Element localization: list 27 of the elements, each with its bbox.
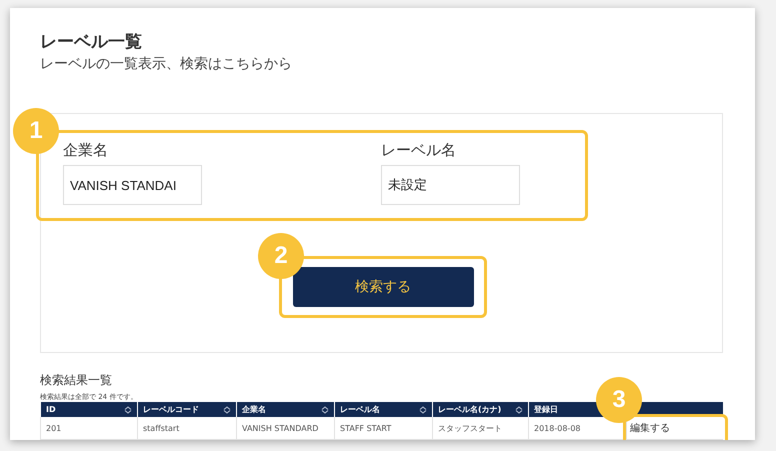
sort-icon[interactable] [515,406,523,414]
sort-icon[interactable] [419,406,427,414]
page-subtitle: レーベルの一覧表示、検索はこちらから [40,55,293,73]
table-cell: スタッフスタート [432,417,528,440]
column-header[interactable]: レーベル名 [334,402,432,417]
table-cell: VANISH STANDARD [236,417,334,440]
table-cell: STAFF START [334,417,432,440]
results-title: 検索結果一覧 [40,372,113,389]
field-label: レーベル名 [381,141,457,161]
column-header[interactable]: レーベル名(カナ) [432,402,528,417]
number-badge: 2 [258,233,304,279]
column-header[interactable]: レーベルコード [137,402,236,417]
column-header[interactable]: 企業名 [236,402,334,417]
field-label: 企業名 [63,141,109,161]
table-cell: staffstart [137,417,236,440]
input-field[interactable]: 未設定 [381,165,520,205]
number-badge: 1 [13,108,59,154]
number-badge: 3 [596,377,642,423]
search-button[interactable]: 検索する [292,267,474,307]
sort-icon[interactable] [321,406,329,414]
sort-icon[interactable] [223,406,231,414]
sort-icon[interactable] [124,406,132,414]
column-header[interactable]: ID [40,402,137,417]
input-field[interactable]: VANISH STANDAI [63,165,202,205]
page-title: レーベル一覧 [40,31,143,53]
edit-link[interactable]: 編集する [630,421,670,435]
table-cell: 201 [40,417,137,440]
